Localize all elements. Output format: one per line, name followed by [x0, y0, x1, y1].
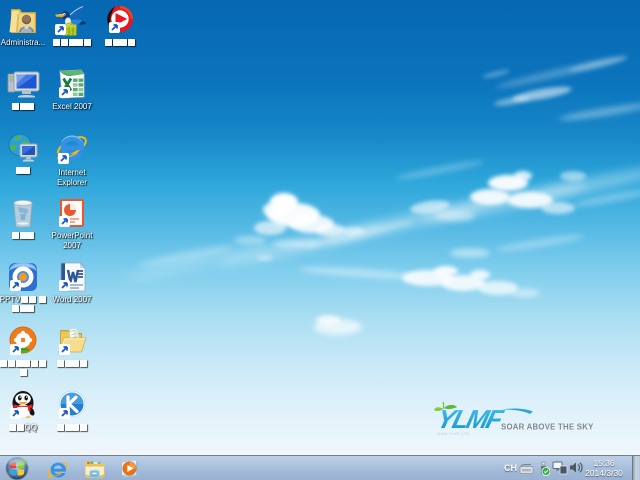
svg-text:YLMF: YLMF — [434, 404, 507, 434]
svg-text:SOAR ABOVE THE SKY: SOAR ABOVE THE SKY — [501, 423, 594, 432]
svg-text:WWW.YLMF.COM: WWW.YLMF.COM — [437, 432, 470, 436]
